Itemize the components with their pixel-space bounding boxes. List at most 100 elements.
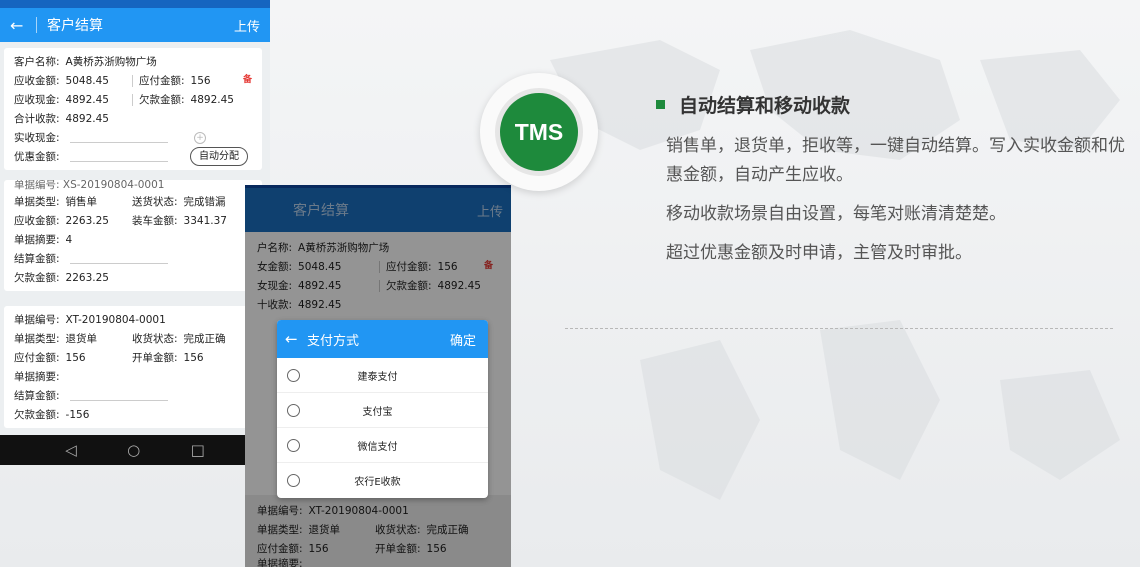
remark-badge[interactable]: 备 [243,72,252,85]
dashed-divider [565,328,1113,329]
open-amount-group: 开单金额: 156 [375,541,447,556]
load-group: 装车金额: 3341.37 [132,213,227,228]
collect-group: 收货状态: 完成正确 [375,522,469,537]
discount-row: 优惠金额: 自动分配 [14,147,252,166]
return-number-row: 单据编号: XT-20190804-0001 [14,310,252,329]
dialog-header: ← 支付方式 确定 [277,320,488,358]
return-memo-row: 单据摘要: [257,558,511,567]
nav-home-icon[interactable]: ○ [127,441,140,459]
return-number-value: XT-20190804-0001 [65,313,166,326]
cash-value: 4892.45 [65,93,109,106]
debt-label: 欠款金额: [139,94,185,106]
settlement-content: 客户名称: A黄桥苏浙购物广场 应收金额: 5048.45 应付金额: 156 … [0,42,270,435]
order-debt-label: 欠款金额: [14,272,60,284]
order-memo-row: 单据摘要: 4 [14,230,252,249]
return-type-row: 单据类型: 退货单 收货状态: 完成正确 [257,520,511,539]
world-map-watermark [550,30,1120,500]
return-number-value: XT-20190804-0001 [308,504,409,517]
back-arrow-icon[interactable]: ← [10,16,32,35]
order-debt-row: 欠款金额: 2263.25 [14,268,252,287]
nav-back-icon[interactable]: ◁ [65,441,77,459]
status-bar [0,0,270,8]
appbar-divider [36,17,37,33]
return-number-row: 单据编号: XT-20190804-0001 [257,501,511,520]
summary-card: 客户名称: A黄桥苏浙购物广场 应收金额: 5048.45 应付金额: 156 … [4,48,262,170]
auto-allocate-button[interactable]: 自动分配 [190,147,248,166]
discount-input[interactable] [69,161,168,162]
payment-option-alipay[interactable]: 支付宝 [277,393,488,428]
upload-button[interactable]: 上传 [234,16,260,35]
return-payable-value: 156 [65,351,86,364]
android-nav-bar: ◁ ○ □ [0,435,270,465]
return-type-label: 单据类型: [257,524,303,536]
column-divider [132,74,133,87]
return-payable-row: 应付金额: 156 开单金额: 156 [14,348,252,367]
cash-row: 应收现金: 4892.45 欠款金额: 4892.45 [14,90,252,109]
actual-cash-input[interactable] [69,142,168,143]
radio-button[interactable] [287,403,300,417]
total-label: 合计收款: [14,113,60,125]
app-bar: ← 客户结算 上传 [0,8,270,42]
actual-cash-row: 实收现金: + [14,128,252,147]
order-number-text: 单据编号: XS-20190804-0001 [14,180,165,191]
sales-order-card[interactable]: 单据编号: XS-20190804-0001 单据类型: 销售单 送货状态: 完… [4,180,262,291]
radio-button[interactable] [287,438,300,452]
return-order-card[interactable]: 单据编号: XT-20190804-0001 单据类型: 退货单 收货状态: 完… [4,306,262,428]
order-settle-row: 结算金额: [14,249,252,268]
return-number-label: 单据编号: [14,314,60,326]
return-payable-label: 应付金额: [257,543,303,555]
feature-title-text: 自动结算和移动收款 [679,94,851,117]
nav-recent-icon[interactable]: □ [191,441,205,459]
order-type-value: 销售单 [65,196,98,208]
order-settle-input[interactable] [69,263,168,264]
order-receivable-row: 应收金额: 2263.25 装车金额: 3341.37 [14,211,252,230]
return-payable-label: 应付金额: [14,352,60,364]
load-value: 3341.37 [183,214,227,227]
add-payment-icon[interactable]: + [194,131,206,144]
feature-description: 自动结算和移动收款 销售单，退货单，拒收等，一键自动结算。写入实收金额和优惠金额… [656,92,1126,268]
return-number-label: 单据编号: [257,505,303,517]
payment-option-label: 微信支付 [357,441,398,453]
debt-group: 欠款金额: 4892.45 [132,92,234,107]
open-amount-label: 开单金额: [132,352,178,364]
open-amount-label: 开单金额: [375,543,421,555]
return-memo-row: 单据摘要: [14,367,252,386]
feature-paragraph-3: 超过优惠金额及时申请，主管及时审批。 [666,243,972,263]
delivery-group: 送货状态: 完成错漏 [132,194,226,209]
confirm-button[interactable]: 确定 [450,330,476,349]
payment-option-abc[interactable]: 农行E收款 [277,463,488,498]
return-settle-input[interactable] [69,400,168,401]
return-type-label: 单据类型: [14,333,60,345]
payment-option-label: 建泰支付 [357,371,398,383]
return-order-card-dimmed: 单据编号: XT-20190804-0001 单据类型: 退货单 收货状态: 完… [245,495,511,567]
total-row: 合计收款: 4892.45 [14,109,252,128]
return-debt-value: -156 [65,408,90,421]
order-type-row: 单据类型: 销售单 送货状态: 完成错漏 [14,192,252,211]
payable-group: 应付金额: 156 [132,73,211,88]
bullet-square-icon [656,99,665,109]
radio-button[interactable] [287,368,300,382]
payment-option-jiantai[interactable]: 建泰支付 [277,358,488,393]
radio-button[interactable] [287,474,300,487]
discount-label: 优惠金额: [14,151,60,163]
order-memo-value: 4 [65,233,73,246]
order-receivable-label: 应收金额: [14,215,60,227]
order-settle-label: 结算金额: [14,253,60,265]
return-memo-label: 单据摘要: [257,558,303,567]
return-memo-label: 单据摘要: [14,371,60,383]
delivery-label: 送货状态: [132,196,178,208]
return-debt-row: 欠款金额: -156 [14,405,252,424]
return-payable-row: 应付金额: 156 开单金额: 156 [257,539,511,558]
delivery-value: 完成错漏 [183,196,226,208]
return-payable-value: 156 [308,542,329,555]
payable-label: 应付金额: [139,75,185,87]
dialog-title: 支付方式 [307,333,360,349]
collect-value: 完成正确 [183,333,226,345]
payment-option-wechat[interactable]: 微信支付 [277,428,488,463]
back-arrow-icon[interactable]: ← [285,330,307,348]
order-receivable-value: 2263.25 [65,214,109,227]
collect-value: 完成正确 [426,524,469,536]
collect-label: 收货状态: [132,333,178,345]
payment-option-label: 农行E收款 [354,477,401,488]
return-settle-row: 结算金额: [14,386,252,405]
